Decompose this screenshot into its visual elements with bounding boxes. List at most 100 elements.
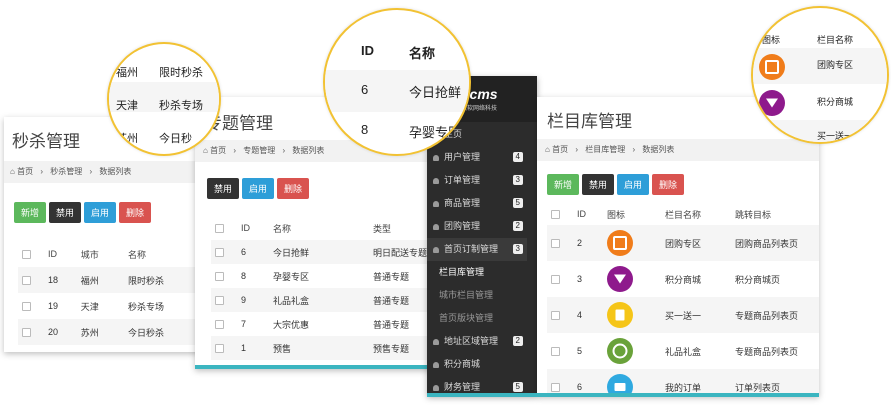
zoom-name: 今日抢鲜 bbox=[409, 85, 462, 100]
table-row[interactable]: 5 礼品礼盒 专题商品列表页 bbox=[547, 333, 819, 369]
data-table: ID 名称 类型 6 今日抢鲜 明日配送专题 8 孕婴专区 普通专题 9 礼品礼… bbox=[211, 216, 439, 360]
table-row[interactable]: 9 礼品礼盒 普通专题 bbox=[211, 288, 439, 312]
row-checkbox[interactable] bbox=[551, 383, 560, 393]
select-all-checkbox[interactable] bbox=[22, 250, 31, 260]
chevron-right-icon: › bbox=[40, 167, 43, 176]
table-row[interactable]: 3 积分商城 积分商城页 bbox=[547, 261, 819, 297]
cell-name: 秒杀专场 bbox=[128, 301, 165, 312]
disable-button[interactable]: 禁用 bbox=[582, 174, 615, 195]
row-checkbox[interactable] bbox=[551, 311, 560, 321]
cell-name: 预售 bbox=[273, 343, 292, 354]
col-name: 名称 bbox=[128, 249, 147, 260]
delete-button[interactable]: 删除 bbox=[652, 174, 685, 195]
cell-id: 6 bbox=[241, 247, 247, 257]
row-checkbox[interactable] bbox=[551, 239, 560, 249]
user-icon bbox=[433, 223, 439, 230]
table-row[interactable]: 19 天津 秒杀专场 bbox=[18, 293, 204, 319]
table-row[interactable]: 6 我的订单 订单列表页 bbox=[547, 369, 819, 396]
row-checkbox[interactable] bbox=[22, 328, 31, 338]
breadcrumb-home[interactable]: 首页 bbox=[17, 167, 33, 176]
location-icon bbox=[433, 338, 439, 345]
table-row[interactable]: 20 苏州 今日秒杀 bbox=[18, 319, 204, 345]
row-checkbox[interactable] bbox=[215, 320, 224, 330]
home-icon: ⌂ bbox=[10, 167, 15, 176]
breadcrumb-home[interactable]: 首页 bbox=[552, 145, 568, 154]
cell-id: 20 bbox=[48, 327, 59, 337]
finance-icon bbox=[433, 384, 439, 391]
toolbar: 新增 禁用 启用 删除 bbox=[14, 202, 154, 223]
sidebar-item-region[interactable]: 地址区域管理 2 bbox=[427, 330, 527, 353]
toolbar: 新增 禁用 启用 删除 bbox=[547, 174, 687, 195]
table-row[interactable]: 6 今日抢鲜 明日配送专题 bbox=[211, 240, 439, 264]
cell-city: 苏州 bbox=[80, 327, 99, 338]
table-row[interactable]: 4 买一送一 专题商品列表页 bbox=[547, 297, 819, 333]
add-button[interactable]: 新增 bbox=[547, 174, 580, 195]
zoom-city: 福州 bbox=[116, 67, 138, 79]
row-checkbox[interactable] bbox=[215, 248, 224, 258]
row-checkbox[interactable] bbox=[215, 344, 224, 354]
sidebar-item-users[interactable]: 用户管理 4 bbox=[427, 146, 527, 169]
chevron-right-icon: › bbox=[575, 145, 578, 154]
sidebar-item-groupbuy[interactable]: 团购管理 2 bbox=[427, 215, 527, 238]
table-row[interactable]: 7 大宗优惠 普通专题 bbox=[211, 312, 439, 336]
col-target: 跳转目标 bbox=[735, 209, 772, 220]
sidebar-item-label: 首页订制管理 bbox=[444, 244, 499, 254]
zoom-circle-miaosha: 福州 限时秒杀 天津 秒杀专场 苏州 今日秒 bbox=[107, 42, 221, 156]
cell-name: 今日秒杀 bbox=[128, 327, 165, 338]
count-badge: 3 bbox=[512, 175, 523, 185]
cell-target: 团购商品列表页 bbox=[735, 238, 799, 249]
cell-id: 5 bbox=[577, 346, 583, 356]
breadcrumb-parent[interactable]: 栏目库管理 bbox=[585, 145, 625, 154]
sidebar-item-label: 地址区域管理 bbox=[444, 336, 499, 346]
cell-id: 6 bbox=[577, 382, 583, 392]
user-icon bbox=[433, 200, 439, 207]
cell-id: 2 bbox=[577, 238, 583, 248]
col-city: 城市 bbox=[80, 249, 99, 260]
count-badge: 2 bbox=[512, 336, 523, 346]
subitem-city-column[interactable]: 城市栏目管理 bbox=[427, 284, 537, 307]
col-id: ID bbox=[577, 209, 586, 219]
table-row[interactable]: 1 预售 预售专题 bbox=[211, 336, 439, 360]
table-row[interactable]: 2 团购专区 团购商品列表页 bbox=[547, 225, 819, 261]
zoom-name: 孕婴专区 bbox=[409, 125, 462, 140]
table-row[interactable]: 18 福州 限时秒杀 bbox=[18, 267, 204, 293]
breadcrumb-parent[interactable]: 秒杀管理 bbox=[50, 167, 82, 176]
sidebar-item-homepage[interactable]: 首页订制管理 3 bbox=[427, 238, 527, 261]
cell-target: 订单列表页 bbox=[735, 382, 781, 393]
row-checkbox[interactable] bbox=[551, 347, 560, 357]
sidebar-item-label: 用户管理 bbox=[444, 152, 481, 162]
zoom-col-name: 栏目名称 bbox=[817, 35, 854, 45]
row-checkbox[interactable] bbox=[215, 272, 224, 282]
row-checkbox[interactable] bbox=[22, 302, 31, 312]
delete-button[interactable]: 删除 bbox=[119, 202, 152, 223]
select-all-checkbox[interactable] bbox=[551, 210, 560, 220]
enable-button[interactable]: 启用 bbox=[84, 202, 117, 223]
enable-button[interactable]: 启用 bbox=[242, 178, 275, 199]
sidebar-item-points-mall[interactable]: 积分商城 bbox=[427, 353, 527, 376]
select-all-checkbox[interactable] bbox=[215, 224, 224, 234]
add-button[interactable]: 新增 bbox=[14, 202, 47, 223]
zoom-name: 限时秒杀 bbox=[159, 67, 203, 79]
cell-name: 大宗优惠 bbox=[273, 319, 310, 330]
row-checkbox[interactable] bbox=[215, 296, 224, 306]
breadcrumb-parent[interactable]: 专题管理 bbox=[243, 146, 275, 155]
cell-name: 今日抢鲜 bbox=[273, 247, 310, 258]
disable-button[interactable]: 禁用 bbox=[49, 202, 82, 223]
toolbar: 禁用 启用 删除 bbox=[207, 178, 312, 199]
chevron-right-icon: › bbox=[89, 167, 93, 176]
home-icon: ⌂ bbox=[203, 146, 208, 155]
delete-button[interactable]: 删除 bbox=[277, 178, 310, 199]
enable-button[interactable]: 启用 bbox=[617, 174, 650, 195]
cell-name: 我的订单 bbox=[665, 382, 702, 393]
subitem-homepage-block[interactable]: 首页版块管理 bbox=[427, 307, 537, 330]
disable-button[interactable]: 禁用 bbox=[207, 178, 240, 199]
groupbuy-icon bbox=[759, 54, 785, 80]
row-checkbox[interactable] bbox=[22, 276, 31, 286]
breadcrumb-home[interactable]: 首页 bbox=[210, 146, 226, 155]
row-checkbox[interactable] bbox=[551, 275, 560, 285]
subitem-column-lib[interactable]: 栏目库管理 bbox=[427, 261, 537, 284]
table-row[interactable]: 8 孕婴专区 普通专题 bbox=[211, 264, 439, 288]
sidebar-item-orders[interactable]: 订单管理 3 bbox=[427, 169, 527, 192]
cell-id: 7 bbox=[241, 319, 247, 329]
sidebar-item-products[interactable]: 商品管理 5 bbox=[427, 192, 527, 215]
